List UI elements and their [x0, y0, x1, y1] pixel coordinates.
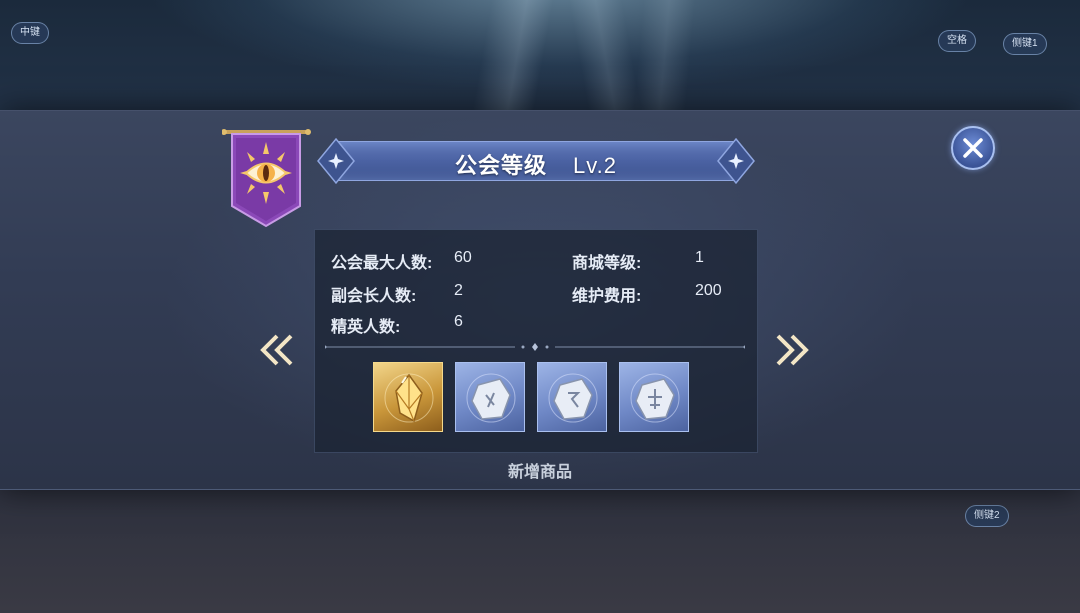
max-members-label: 公会最大人数:	[331, 255, 433, 272]
elite-members-value: 6	[454, 313, 463, 330]
gold-crystal-icon	[384, 373, 434, 423]
page-title: 公会等级 Lv.2	[316, 148, 756, 180]
item-slot-rune-stone[interactable]	[537, 362, 607, 432]
double-chevron-left-icon[interactable]	[257, 330, 297, 370]
divider	[325, 343, 745, 351]
rune-stone-icon	[548, 373, 598, 423]
key-hint-side2: 侧键2	[965, 505, 1009, 527]
maintenance-cost-label: 维护费用:	[572, 288, 642, 305]
eye-banner-icon	[221, 128, 312, 228]
rune-stone-icon	[630, 373, 680, 423]
guild-level: Lv.2	[573, 153, 617, 178]
title-name: 公会等级	[455, 153, 548, 178]
double-chevron-right-icon[interactable]	[772, 330, 812, 370]
max-members-value: 60	[454, 249, 472, 266]
item-slot-gold-crystal[interactable]	[373, 362, 443, 432]
light-rays	[360, 0, 780, 110]
close-icon	[963, 138, 983, 158]
maintenance-cost-value: 200	[695, 282, 722, 299]
key-hint-middle: 中键	[11, 22, 49, 44]
vice-leaders-label: 副会长人数:	[331, 288, 417, 305]
elite-members-label: 精英人数:	[331, 319, 401, 336]
key-hint-side1: 侧键1	[1003, 33, 1047, 55]
key-hint-space: 空格	[938, 30, 976, 52]
close-button[interactable]	[951, 126, 995, 170]
item-slot-rune-stone[interactable]	[619, 362, 689, 432]
item-slot-rune-stone[interactable]	[455, 362, 525, 432]
rune-stone-icon	[466, 373, 516, 423]
new-items-label: 新增商品	[507, 464, 572, 481]
title-bar: 公会等级 Lv.2	[316, 137, 756, 185]
shop-level-value: 1	[695, 249, 704, 266]
shop-level-label: 商城等级:	[572, 255, 642, 272]
vice-leaders-value: 2	[454, 282, 463, 299]
